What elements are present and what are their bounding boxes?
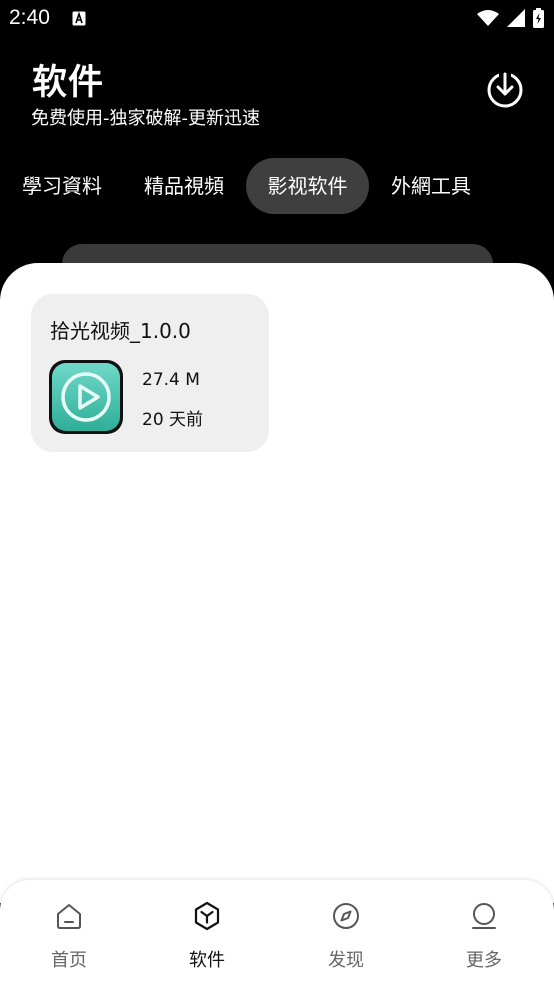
nav-label-more: 更多 — [466, 950, 502, 971]
status-icons — [477, 8, 544, 28]
page-subtitle: 免费使用-独家破解-更新迅速 — [31, 108, 260, 129]
page-title: 软件 — [32, 63, 105, 103]
app-card[interactable]: 拾光视频_1.0.0 27.4 M 20 天前 — [31, 294, 269, 452]
app-size: 27.4 M — [142, 370, 200, 390]
signal-icon — [507, 9, 525, 27]
notification-icon — [72, 11, 86, 26]
bottom-nav: 首页 软件 发现 更多 — [0, 880, 554, 985]
play-icon — [49, 360, 123, 434]
category-tabs: 學习資料 精品視頻 影视软件 外網工具 — [0, 158, 554, 214]
nav-item-discover[interactable]: 发现 — [277, 880, 415, 985]
content-sheet: 拾光视频_1.0.0 27.4 M 20 天前 — [0, 263, 554, 903]
nav-item-software[interactable]: 软件 — [138, 880, 276, 985]
wifi-icon — [477, 10, 499, 26]
nav-item-more[interactable]: 更多 — [415, 880, 553, 985]
status-time: 2:40 — [9, 6, 50, 29]
battery-icon — [533, 8, 544, 28]
tab-premium-videos[interactable]: 精品視頻 — [128, 158, 240, 214]
nav-label-software: 软件 — [189, 950, 225, 971]
tab-film-software[interactable]: 影视软件 — [246, 158, 369, 214]
nav-item-home[interactable]: 首页 — [0, 880, 138, 985]
app-name: 拾光视频_1.0.0 — [50, 319, 191, 343]
profile-icon — [472, 903, 496, 929]
tab-network-tools[interactable]: 外網工具 — [375, 158, 487, 214]
software-icon — [194, 901, 220, 931]
nav-label-discover: 发现 — [328, 950, 364, 971]
nav-label-home: 首页 — [51, 950, 87, 971]
home-icon — [57, 904, 81, 929]
download-icon[interactable] — [485, 70, 525, 110]
compass-icon — [333, 903, 359, 929]
status-bar: 2:40 — [0, 0, 554, 38]
app-updated-time: 20 天前 — [142, 410, 204, 430]
tab-study-materials[interactable]: 學习資料 — [6, 158, 118, 214]
